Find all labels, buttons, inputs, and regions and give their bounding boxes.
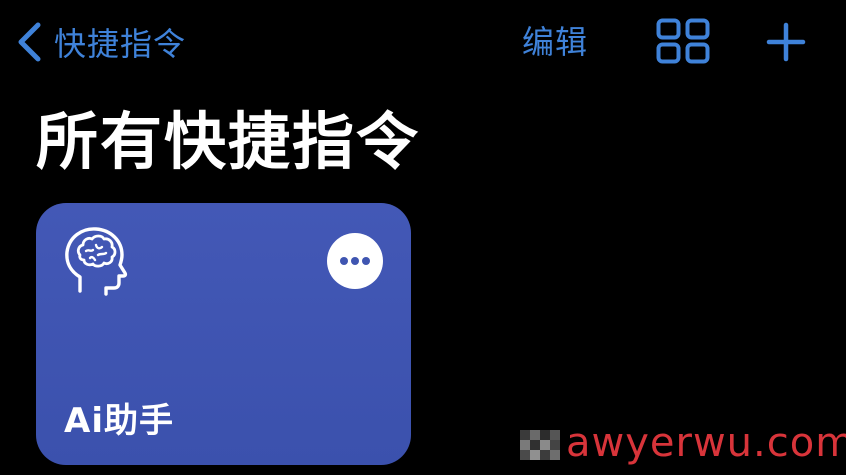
shortcut-tile[interactable]: Ai助手 [36,203,411,465]
back-button[interactable]: 快捷指令 [16,18,186,66]
page-title: 所有快捷指令 [36,105,421,178]
grid-view-icon [656,18,710,68]
edit-button[interactable]: 编辑 [522,18,588,66]
back-button-label: 快捷指令 [54,25,187,63]
plus-icon [766,22,806,66]
watermark-text: awyerwu.com [566,420,846,466]
grid-view-button[interactable] [656,18,710,64]
shortcut-name: Ai助手 [64,401,174,441]
chevron-left-icon [16,22,42,62]
watermark-mosaic [520,430,564,460]
ellipsis-icon [327,233,383,289]
add-shortcut-button[interactable] [766,22,806,62]
brain-head-icon [62,225,128,297]
shortcut-more-button[interactable] [327,233,383,289]
shortcuts-screen: 快捷指令 编辑 所有快捷指令 Ai助手 awyerwu.com [0,0,846,475]
